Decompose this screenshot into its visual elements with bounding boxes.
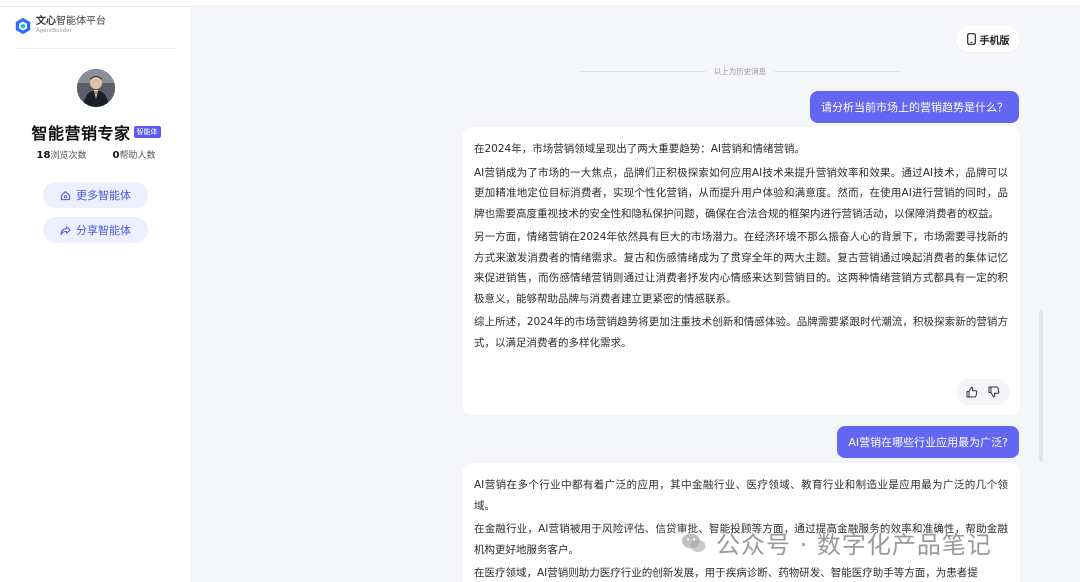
share-agent-button[interactable]: 分享智能体 bbox=[43, 217, 148, 243]
ai-paragraph: AI营销成为了市场的一大焦点，品牌们正积极探索如何应用AI技术来提升营销效率和效… bbox=[474, 166, 1008, 220]
watermark-text: 公众号 · 数字化产品笔记 bbox=[716, 531, 992, 559]
thumbs-up-icon[interactable] bbox=[966, 386, 978, 398]
feedback-buttons bbox=[956, 379, 1010, 405]
more-agents-label: 更多智能体 bbox=[76, 189, 131, 202]
wechat-icon bbox=[682, 533, 706, 552]
agent-badge: 智能体 bbox=[133, 126, 161, 138]
stat-views: 18浏览次数 bbox=[36, 150, 87, 161]
history-divider: 以上为历史消息 bbox=[580, 66, 900, 77]
ai-paragraph: 在2024年，市场营销领域呈现出了两大重要趋势：AI营销和情绪营销。 bbox=[474, 143, 805, 155]
thumbs-down-icon[interactable] bbox=[988, 386, 1000, 398]
more-agents-button[interactable]: 更多智能体 bbox=[43, 182, 148, 208]
user-message: AI营销在哪些行业应用最为广泛? bbox=[837, 426, 1019, 458]
ai-paragraph: 综上所述，2024年的市场营销趋势将更加注重技术创新和情感体验。品牌需要紧跟时代… bbox=[474, 316, 1008, 349]
home-icon bbox=[60, 190, 71, 200]
ai-message: 在2024年，市场营销领域呈现出了两大重要趋势：AI营销和情绪营销。 AI营销成… bbox=[462, 127, 1020, 415]
agent-name: 智能营销专家 bbox=[31, 124, 131, 143]
ai-paragraph: 另一方面，情绪营销在2024年依然具有巨大的市场潜力。在经济环境不那么振奋人心的… bbox=[474, 231, 1008, 305]
user-message: 请分析当前市场上的营销趋势是什么？ bbox=[810, 91, 1019, 123]
brand-en: AgentBuilder bbox=[36, 28, 72, 35]
mobile-version-button[interactable]: 手机版 bbox=[956, 26, 1020, 52]
agent-stats: 18浏览次数 0帮助人数 bbox=[0, 148, 192, 161]
divider bbox=[16, 48, 176, 49]
ai-paragraph: AI营销在多个行业中都有着广泛的应用，其中金融行业、医疗领域、教育行业和制造业是… bbox=[474, 479, 1008, 512]
share-agent-label: 分享智能体 bbox=[76, 224, 131, 237]
mobile-version-label: 手机版 bbox=[979, 35, 1010, 47]
ai-message: AI营销在多个行业中都有着广泛的应用，其中金融行业、医疗领域、教育行业和制造业是… bbox=[462, 463, 1020, 582]
top-bar bbox=[0, 0, 1080, 7]
share-icon bbox=[60, 225, 71, 235]
watermark: 公众号 · 数字化产品笔记 bbox=[680, 525, 992, 560]
phone-icon bbox=[966, 33, 976, 45]
history-divider-label: 以上为历史消息 bbox=[713, 67, 767, 76]
brand-subname: 智能体平台 bbox=[56, 16, 106, 28]
brand-logo[interactable]: 文心智能体平台 AgentBuilder bbox=[14, 17, 106, 35]
brand-logo-icon bbox=[15, 17, 31, 35]
avatar bbox=[77, 69, 115, 107]
chat-scrollbar[interactable] bbox=[1039, 310, 1043, 462]
brand-name: 文心 bbox=[36, 16, 56, 28]
sidebar: 文心智能体平台 AgentBuilder 智能营销专家 智能体 18浏览次数 0… bbox=[0, 7, 192, 582]
stat-helped: 0帮助人数 bbox=[112, 150, 156, 161]
ai-paragraph: 在医疗领域，AI营销则助力医疗行业的创新发展，用于疾病诊断、药物研发、智能医疗助… bbox=[474, 567, 978, 579]
